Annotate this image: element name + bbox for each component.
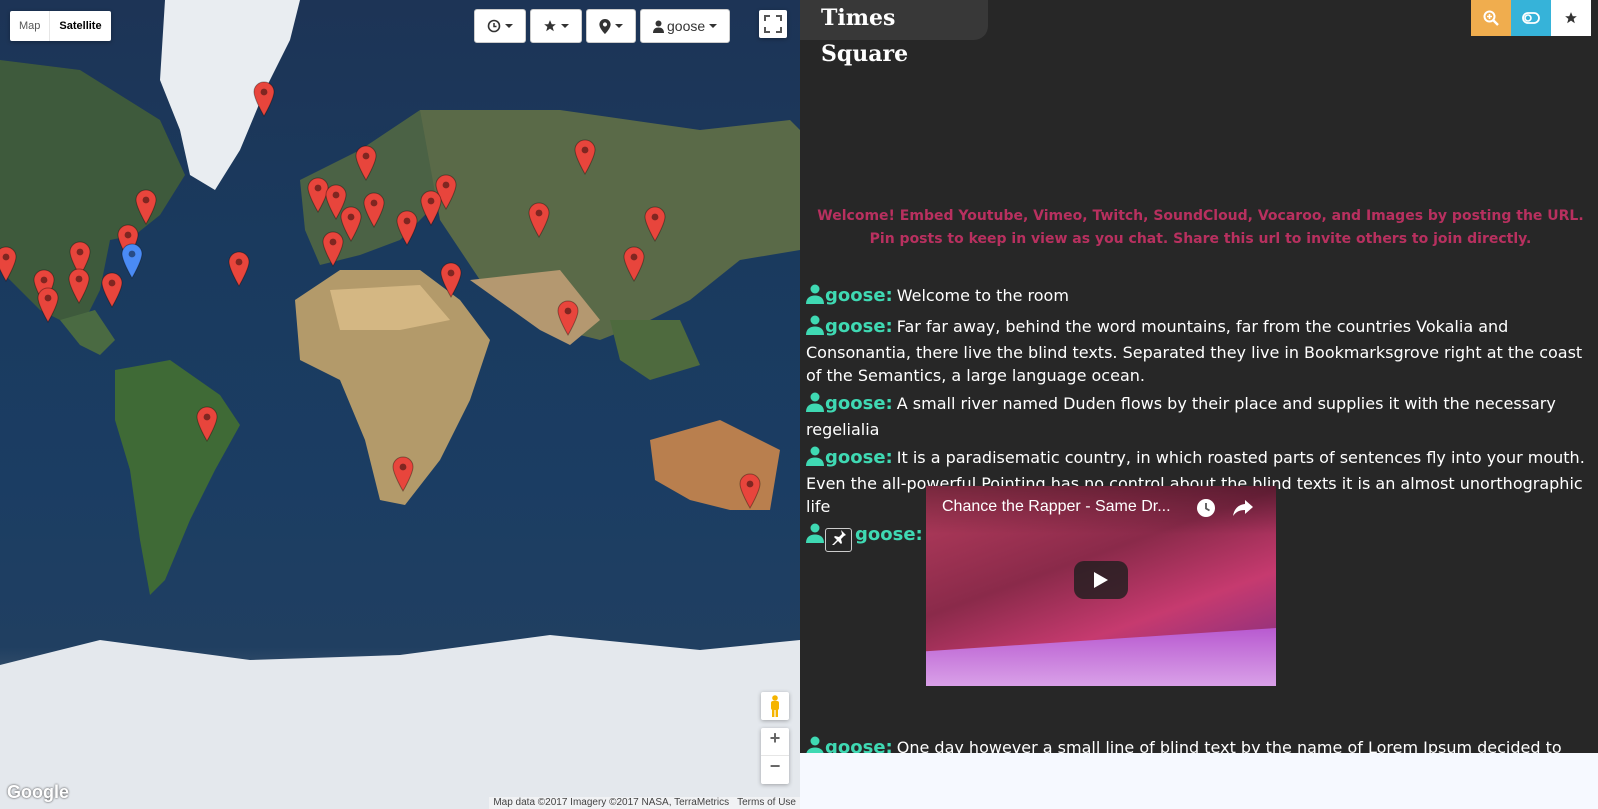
room-title: Times Square [800,0,988,67]
map-marker-icon[interactable] [623,246,645,282]
map-marker-icon[interactable] [355,145,377,181]
toggle-button[interactable] [1511,0,1551,36]
location-dropdown-button[interactable] [586,9,636,43]
map-marker-icon[interactable] [528,202,550,238]
map-marker-icon[interactable] [322,231,344,267]
user-icon [806,446,824,472]
map-marker-icon[interactable] [739,473,761,509]
message-username[interactable]: goose: [825,285,893,306]
chat-panel: Times Square Welcome! Embed Youtube, Vim… [800,0,1598,809]
chevron-down-icon [709,24,718,28]
chevron-down-icon [615,24,623,28]
map-pin-icon [599,18,611,34]
map-marker-icon[interactable] [574,139,596,175]
map-marker-icon[interactable] [644,206,666,242]
message-username[interactable]: goose: [825,316,893,337]
map-marker-icon[interactable] [101,272,123,308]
user-icon [806,392,824,418]
star-icon [544,20,556,32]
room-actions [1471,0,1591,36]
chat-message: goose: Welcome to the room [806,284,1594,310]
map-data-credit: Map data ©2017 Imagery ©2017 NASA, Terra… [493,797,730,808]
user-dropdown-button[interactable]: goose [640,9,731,43]
pegman-icon [771,695,779,717]
zoom-in-button[interactable]: + [761,728,789,756]
pin-icon [831,530,846,546]
message-text: Welcome to the room [896,286,1069,305]
map-marker-icon[interactable] [253,81,275,117]
history-dropdown-button[interactable] [474,9,526,43]
map-marker-icon[interactable] [37,287,59,323]
map-marker-icon[interactable] [392,456,414,492]
user-icon [806,315,824,341]
zoom-control: + − [761,728,789,784]
fullscreen-icon [764,15,782,33]
user-icon [653,20,664,33]
favorites-dropdown-button[interactable] [530,9,582,43]
message-text: Far far away, behind the word mountains,… [806,317,1583,385]
youtube-embed[interactable]: Chance the Rapper - Same Dr... [926,486,1276,686]
chevron-down-icon [505,24,513,28]
street-view-pegman[interactable] [761,692,789,720]
map-marker-icon[interactable] [440,262,462,298]
map-marker-icon[interactable] [420,190,442,226]
map-marker-icon[interactable] [196,406,218,442]
pin-button[interactable] [825,528,852,552]
star-icon [1565,12,1577,24]
map-marker-icon[interactable] [0,246,17,282]
map-terrain [0,0,800,809]
play-button[interactable] [1074,561,1128,599]
welcome-message: Welcome! Embed Youtube, Vimeo, Twitch, S… [817,208,1584,247]
message-username[interactable]: goose: [825,447,893,468]
play-icon [1094,572,1108,588]
chat-input[interactable] [800,753,1598,809]
fullscreen-button[interactable] [759,10,787,38]
zoom-out-button[interactable]: − [761,756,789,784]
share-icon[interactable] [1232,498,1254,518]
map-marker-icon[interactable] [135,189,157,225]
map-type-satellite[interactable]: Satellite [49,11,110,41]
user-icon [806,523,824,549]
video-thumbnail-floor [926,628,1276,686]
map-marker-icon[interactable] [557,300,579,336]
user-dropdown-label: goose [667,18,706,34]
clock-icon [487,19,501,33]
chat-message: goose: Far far away, behind the word moun… [806,315,1594,387]
toggle-icon [1522,12,1540,24]
map-attribution: Map data ©2017 Imagery ©2017 NASA, Terra… [489,797,800,809]
map-marker-icon[interactable] [68,268,90,304]
chevron-down-icon [561,24,569,28]
map-marker-icon[interactable] [121,243,143,279]
message-username[interactable]: goose: [825,393,893,414]
google-logo: Google [7,782,69,802]
zoom-in-icon [1483,10,1499,26]
video-title[interactable]: Chance the Rapper - Same Dr... [942,498,1171,516]
map-type-map[interactable]: Map [10,11,49,41]
watch-later-icon[interactable] [1196,498,1216,518]
world-map[interactable]: Map Satellite goose + − Google Map data … [0,0,800,809]
map-marker-icon[interactable] [396,210,418,246]
favorite-room-button[interactable] [1551,0,1591,36]
zoom-to-room-button[interactable] [1471,0,1511,36]
map-marker-icon[interactable] [228,251,250,287]
map-marker-icon[interactable] [363,192,385,228]
chat-message: goose: A small river named Duden flows by… [806,392,1594,441]
message-text: A small river named Duden flows by their… [806,394,1556,439]
terms-of-use-link[interactable]: Terms of Use [737,797,796,809]
map-type-control: Map Satellite [10,11,111,41]
map-toolbar: goose [474,9,731,43]
user-icon [806,284,824,310]
message-username[interactable]: goose: [855,524,923,545]
